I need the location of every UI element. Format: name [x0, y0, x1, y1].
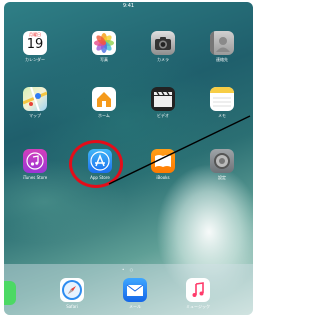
pointer-line — [108, 115, 251, 185]
